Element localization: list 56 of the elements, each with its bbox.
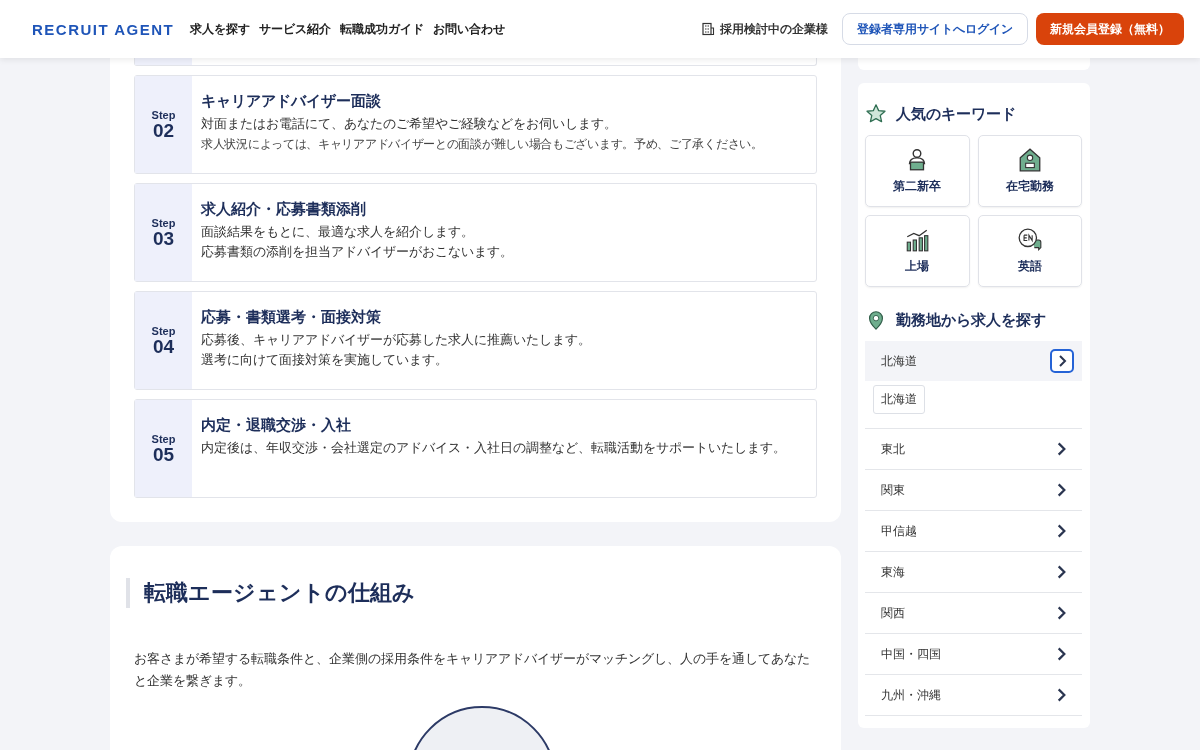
chevron-right-icon [1057, 647, 1066, 661]
keyword-tile[interactable]: 上場 [865, 215, 970, 287]
step-description: 応募書類の添削を担当アドバイザーがおこないます。 [201, 243, 514, 261]
chevron-right-icon [1057, 688, 1066, 702]
step-description: 内定後は、年収交渉・会社選定のアドバイス・入社日の調整など、転職活動をサポートいたします。 [201, 439, 787, 457]
building-icon [701, 22, 715, 36]
chevron-right-icon [1050, 349, 1074, 373]
register-button[interactable]: 新規会員登録（無料） [1036, 13, 1184, 45]
step-note: 求人状況によっては、キャリアアドバイザーとの面談が難しい場合もございます。予め、ご了承ください。 [201, 136, 764, 153]
speech-bubble-icon [1016, 227, 1043, 253]
bar-chart-icon [904, 227, 931, 253]
region-item[interactable]: 関西 [865, 593, 1082, 634]
section-description: お客さまが希望する転職条件と、企業側の採用条件をキャリアアドバイザーがマッチングし、人の手を通してあなたと企業を繋ぎます。 [134, 650, 811, 690]
company-link[interactable]: 採用検討中の企業様 [701, 21, 828, 37]
nav-link[interactable]: サービス紹介 [259, 20, 332, 38]
region-item[interactable]: 東北 [865, 429, 1082, 470]
region-item[interactable]: 北海道 [865, 341, 1082, 381]
chevron-right-icon [1057, 606, 1066, 620]
login-button[interactable]: 登録者専用サイトへログイン [842, 13, 1028, 45]
nav-link[interactable]: お問い合わせ [433, 20, 506, 38]
keyword-tile[interactable]: 第二新卒 [865, 135, 970, 207]
region-item[interactable]: 九州・沖縄 [865, 675, 1082, 716]
nav-link[interactable]: 転職成功ガイド [340, 20, 425, 38]
chevron-right-icon [1057, 565, 1066, 579]
region-item[interactable]: 甲信越 [865, 511, 1082, 552]
region-item[interactable]: 関東 [865, 470, 1082, 511]
step-title: 求人紹介・応募書類添削 [201, 200, 367, 219]
step-number: 04 [152, 337, 175, 356]
step-title: 応募・書類選考・面接対策 [201, 308, 382, 327]
step-title: キャリアアドバイザー面談 [201, 92, 382, 111]
section-heading: 転職エージェントの仕組み [126, 578, 817, 608]
step-label: Step [151, 433, 176, 445]
step-description: 応募後、キャリアアドバイザーが応募した求人に推薦いたします。 [201, 331, 592, 349]
step-number: 02 [152, 121, 175, 140]
chevron-right-icon [1057, 483, 1066, 497]
step-label: Step [151, 109, 176, 121]
keyword-tile[interactable]: 在宅勤務 [977, 135, 1082, 207]
keyword-tile[interactable]: 英語 [977, 215, 1082, 287]
nav-link[interactable]: 求人を探す [190, 20, 251, 38]
prefecture-chip[interactable]: 北海道 [873, 385, 925, 414]
chevron-right-icon [1057, 442, 1066, 456]
step-label: Step [151, 325, 176, 337]
sidebar-heading: 人気のキーワード [896, 104, 1016, 124]
logo[interactable]: RECRUIT AGENT [32, 20, 175, 38]
sidebar-heading: 勤務地から求人を探す [896, 310, 1046, 330]
step-description: 対面またはお電話にて、あなたのご希望やご経験などをお伺いします。 [201, 115, 618, 133]
star-icon [865, 103, 887, 125]
region-item[interactable]: 中国・四国 [865, 634, 1082, 675]
step-title: 内定・退職交渉・入社 [201, 416, 352, 435]
step-label: Step [151, 217, 176, 229]
step-description: 面談結果をもとに、最適な求人を紹介します。 [201, 223, 475, 241]
step-description: 選考に向けて面接対策を実施しています。 [201, 351, 449, 369]
region-item[interactable]: 東海 [865, 552, 1082, 593]
step-number: 03 [152, 229, 175, 248]
step-number: 05 [152, 445, 175, 464]
chevron-right-icon [1057, 524, 1066, 538]
